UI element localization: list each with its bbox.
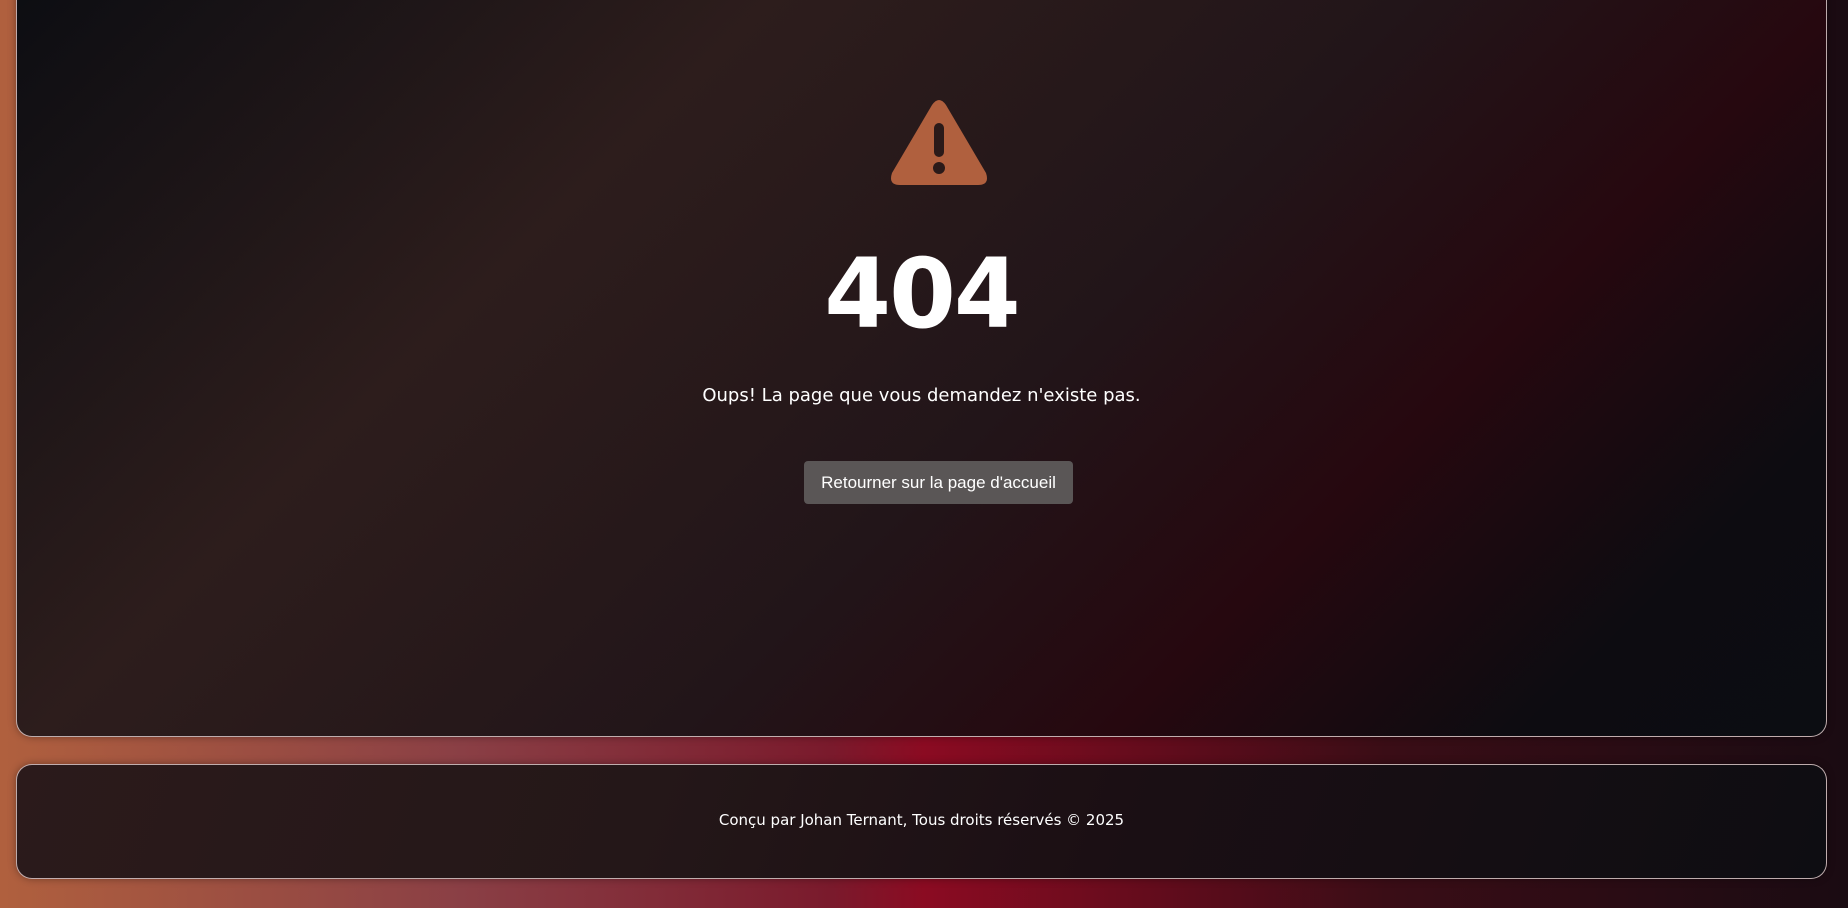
error-code: 404 [824,238,1020,350]
warning-triangle-icon [891,100,987,185]
error-message: Oups! La page que vous demandez n'existe… [702,385,1141,406]
footer: Conçu par Johan Ternant, Tous droits rés… [16,764,1827,879]
error-panel: 404 Oups! La page que vous demandez n'ex… [16,0,1827,737]
return-home-button[interactable]: Retourner sur la page d'accueil [804,461,1073,504]
footer-copyright: Conçu par Johan Ternant, Tous droits rés… [718,811,1125,829]
